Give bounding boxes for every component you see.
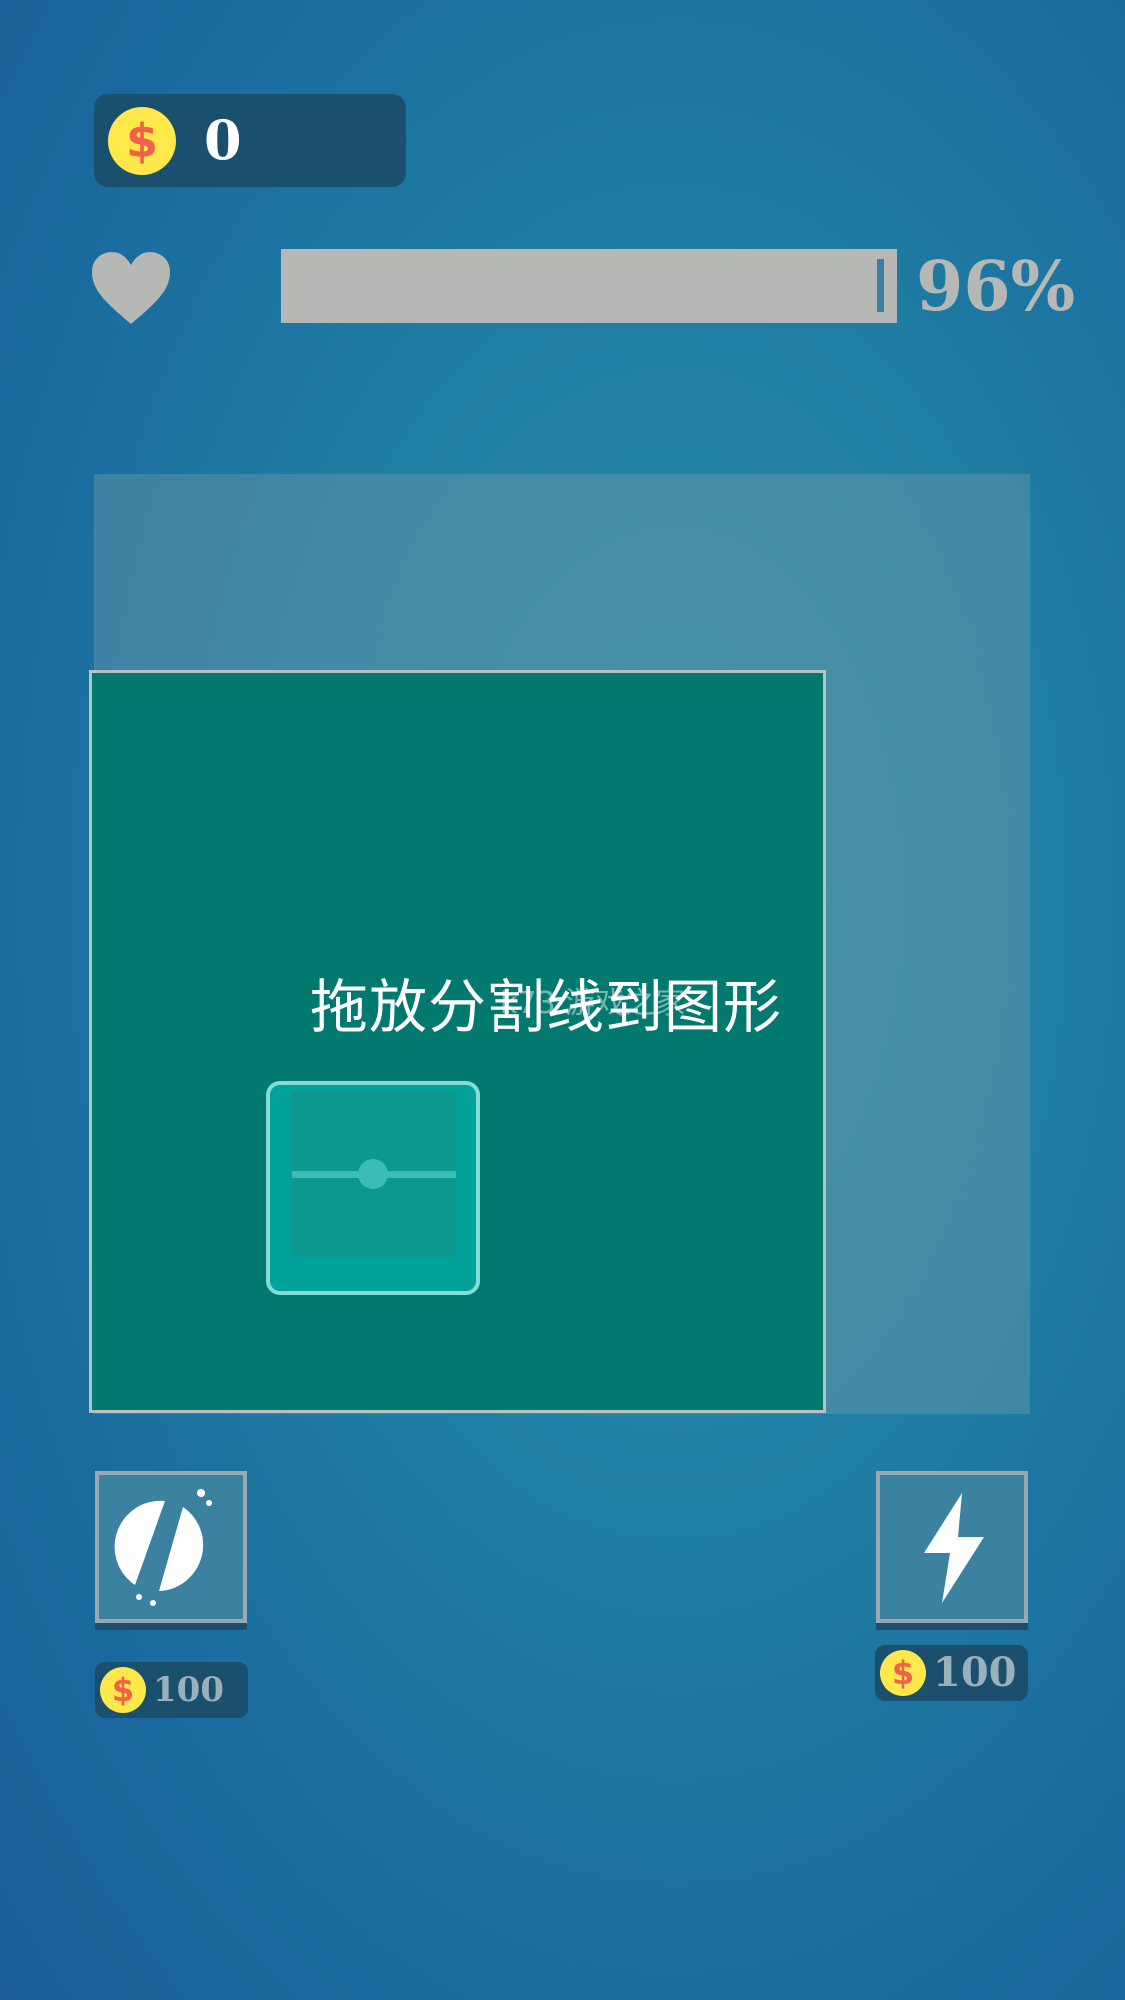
- coin-icon: $: [880, 1650, 926, 1696]
- cut-powerup-button[interactable]: [95, 1471, 247, 1623]
- cut-powerup-price: $ 100: [95, 1662, 248, 1718]
- price-value: 100: [933, 1649, 1017, 1696]
- lightning-icon: [924, 1493, 984, 1603]
- health-bar-marker: [877, 259, 884, 312]
- divider-handle: [358, 1159, 388, 1189]
- lightning-powerup-button[interactable]: [876, 1471, 1028, 1623]
- price-value: 100: [153, 1670, 224, 1710]
- coin-icon: $: [100, 1667, 146, 1713]
- coin-icon: $: [108, 107, 176, 175]
- divider-line-piece[interactable]: [266, 1081, 480, 1295]
- heart-icon: [92, 252, 170, 324]
- lightning-powerup-price: $ 100: [875, 1645, 1028, 1701]
- health-percent: 96%: [916, 247, 1076, 327]
- coin-counter: $ 0: [94, 94, 406, 187]
- health-bar: [281, 249, 897, 323]
- cut-circle-icon: [114, 1489, 212, 1606]
- coin-count: 0: [204, 108, 242, 172]
- watermark: k73 游戏之家: [500, 986, 686, 1021]
